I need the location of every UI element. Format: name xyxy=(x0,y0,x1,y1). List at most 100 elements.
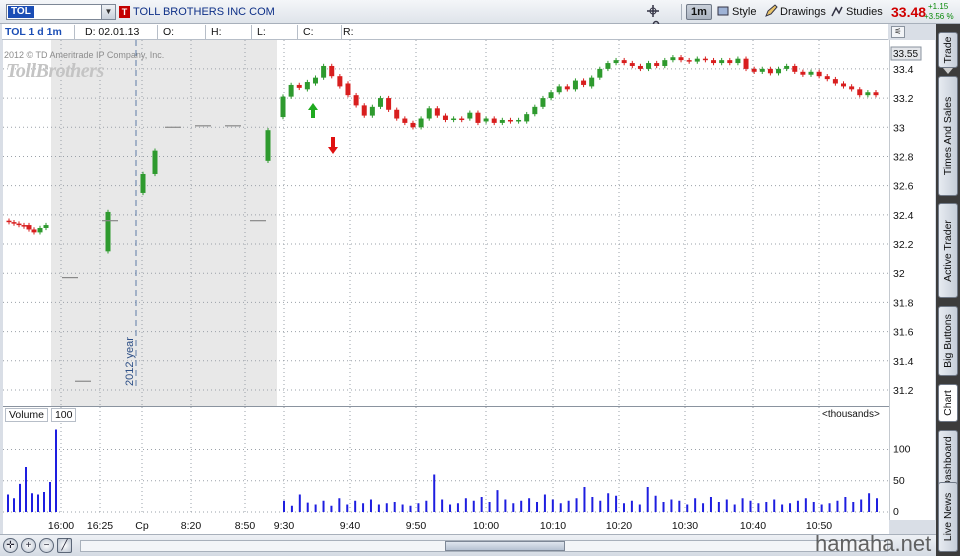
scroll-thumb[interactable] xyxy=(445,541,565,551)
horizontal-scrollbar[interactable] xyxy=(80,540,888,552)
zoom-in-icon[interactable]: + xyxy=(21,538,36,553)
symbol-period[interactable]: TOL 1 d 1m xyxy=(2,25,75,39)
candle xyxy=(841,83,847,87)
price-axis-column: 33.4 33.2 33 32.8 32.6 32.4 32.2 32 31.8 31.6 31.4… xyxy=(889,40,935,520)
volume-bar xyxy=(31,493,33,512)
volume-bar xyxy=(575,498,578,512)
time-label: 9:50 xyxy=(406,520,427,532)
drawings-label: Drawings xyxy=(780,6,826,18)
chevron-down-icon[interactable] xyxy=(943,68,953,74)
candle xyxy=(265,130,271,161)
candle xyxy=(581,80,587,85)
price-tick-label: 33 xyxy=(893,122,905,134)
studies-icon xyxy=(831,6,843,17)
price-tick-label: 33.2 xyxy=(893,93,914,105)
candle xyxy=(589,77,595,87)
candle xyxy=(516,119,522,122)
ohlc-info-bar: TOL 1 d 1m D: 02.01.13 19:48 O: 33.55 H:… xyxy=(2,24,888,52)
volume-bar xyxy=(551,499,554,512)
candle xyxy=(865,92,871,96)
volume-bar xyxy=(322,500,325,512)
volume-bar xyxy=(330,505,333,512)
side-tab-chart[interactable]: Chart xyxy=(938,384,958,422)
company-name: TOLL BROTHERS INC COM xyxy=(133,6,275,18)
time-label: 10:40 xyxy=(740,520,766,532)
volume-tick-label: 100 xyxy=(893,444,911,456)
price-tick-label: 31.8 xyxy=(893,297,914,309)
change-absolute: +1.15 xyxy=(928,2,949,11)
volume-label: Volume 100 xyxy=(5,408,77,422)
bar-range: R: 0 xyxy=(343,26,354,52)
price-pane[interactable]: 2012 year xyxy=(3,40,889,406)
volume-bar xyxy=(828,503,831,512)
candle xyxy=(654,63,660,66)
volume-chart[interactable]: 16:00 16:25 Cp 8:20 8:50 9:30 9:40 9:50 10:00 10:… xyxy=(3,407,889,535)
volume-bar xyxy=(749,500,752,512)
volume-grid xyxy=(3,407,889,513)
volume-bar xyxy=(741,498,744,512)
volume-bar xyxy=(449,504,452,512)
side-tab-trade[interactable]: Trade xyxy=(938,32,958,68)
volume-bar xyxy=(876,498,878,512)
style-icon xyxy=(717,6,729,16)
volume-title: Volume xyxy=(5,408,49,422)
volume-bar xyxy=(283,500,285,512)
price-tick-label: 32.6 xyxy=(893,181,914,193)
crosshair-zoom-icon[interactable]: ✛ xyxy=(3,538,18,553)
chevron-down-icon[interactable]: ▼ xyxy=(101,5,115,19)
volume-bar xyxy=(717,502,720,512)
zoom-out-icon[interactable]: − xyxy=(39,538,54,553)
side-tab-big-buttons[interactable]: Big Buttons xyxy=(938,306,958,376)
volume-bar xyxy=(765,502,768,512)
price-chart[interactable]: 2012 year xyxy=(3,40,889,406)
bar-low: L: 33.55 xyxy=(254,25,298,52)
volume-bar xyxy=(789,503,792,512)
scale-settings-icon[interactable]: ⚟ xyxy=(891,26,905,38)
candle xyxy=(735,58,741,64)
volume-bar xyxy=(362,503,365,512)
candle xyxy=(483,118,489,122)
time-label: 8:50 xyxy=(235,520,256,532)
volume-bars xyxy=(7,429,878,512)
studies-button[interactable]: Studies xyxy=(830,4,883,20)
symbol-input[interactable]: TOL ▼ xyxy=(6,4,116,20)
candle xyxy=(353,95,359,106)
side-tab-times-and-sales[interactable]: Times And Sales xyxy=(938,76,958,196)
copyright-watermark: 2012 © TD Ameritrade IP Company, Inc. xyxy=(4,50,165,60)
candle xyxy=(646,63,652,69)
chart-window: TOL ▼ T TOLL BROTHERS INC COM 1m Style D… xyxy=(0,0,960,556)
candle xyxy=(491,118,497,123)
volume-bar xyxy=(757,503,760,512)
candle xyxy=(621,60,627,64)
price-tick-label: 33.4 xyxy=(893,64,914,76)
time-label: 16:25 xyxy=(87,520,113,532)
site-watermark: hamaha.net xyxy=(815,531,932,556)
side-tab-live-news[interactable]: Live News xyxy=(938,482,958,552)
crosshair-icon[interactable] xyxy=(646,4,660,18)
volume-bar xyxy=(662,502,665,512)
price-tick-label: 31.2 xyxy=(893,385,914,397)
company-logo: TollBrothers xyxy=(6,60,104,82)
volume-bar xyxy=(417,503,420,512)
style-button[interactable]: Style xyxy=(716,4,756,20)
volume-pane[interactable]: 16:00 16:25 Cp 8:20 8:50 9:30 9:40 9:50 10:00 10:… xyxy=(3,406,889,534)
candle xyxy=(605,63,611,69)
volume-bar xyxy=(298,494,301,512)
chart-tools-group[interactable] xyxy=(646,4,682,32)
volume-bar xyxy=(709,497,712,512)
volume-bar xyxy=(670,499,673,512)
side-tab-active-trader[interactable]: Active Trader xyxy=(938,203,958,298)
interval-button[interactable]: 1m xyxy=(686,4,712,20)
candle xyxy=(345,83,351,96)
volume-bar xyxy=(630,500,633,512)
bar-high: H: 33.55 xyxy=(208,25,252,52)
candle xyxy=(410,122,416,128)
volume-bar xyxy=(804,498,807,512)
draw-line-icon[interactable]: ╱ xyxy=(57,538,72,553)
volume-value: 100 xyxy=(50,408,77,422)
drawings-button[interactable]: Drawings xyxy=(764,4,826,20)
volume-bar xyxy=(464,498,467,512)
volume-bar xyxy=(615,495,618,512)
candle xyxy=(475,112,481,123)
volume-bar xyxy=(622,503,625,512)
